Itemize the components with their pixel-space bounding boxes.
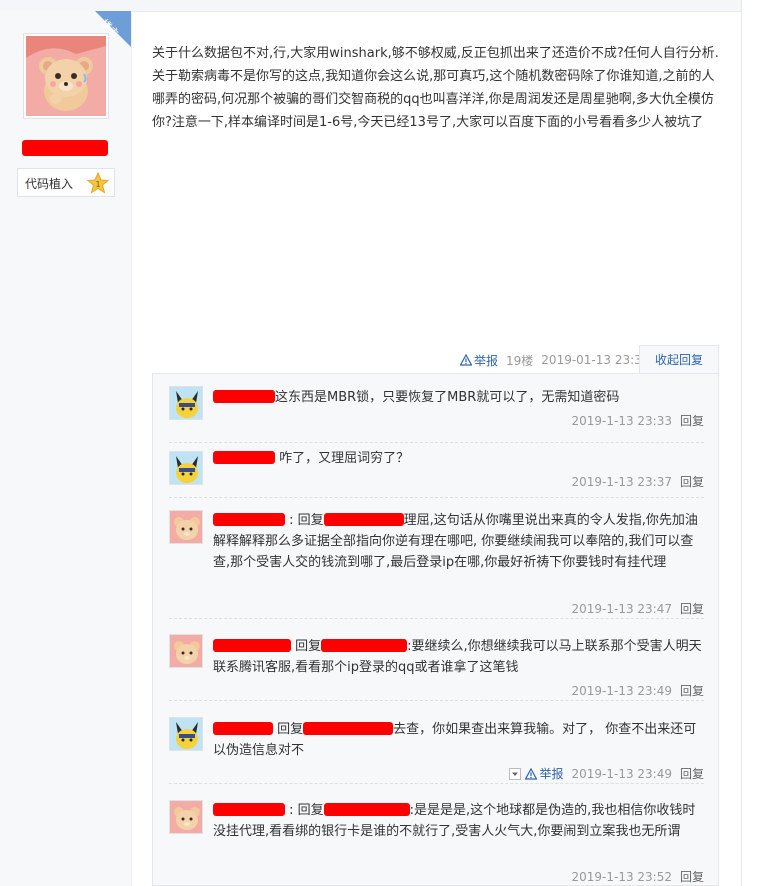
username-redacted[interactable] bbox=[213, 639, 291, 652]
reply-target-redacted[interactable] bbox=[321, 639, 408, 652]
reply-target-redacted[interactable] bbox=[323, 513, 404, 526]
reply-time: 2019-1-13 23:37 bbox=[571, 474, 672, 489]
reply-button[interactable]: 回复 bbox=[680, 600, 704, 617]
username-redacted[interactable] bbox=[213, 803, 285, 816]
avatar[interactable] bbox=[169, 634, 203, 668]
reply-time: 2019-1-13 23:33 bbox=[571, 413, 672, 428]
reply-time: 2019-1-13 23:49 bbox=[571, 683, 672, 698]
list-item: 这东西是MBR锁，只要恢复了MBR就可以了，无需知道密码 2019-1-13 2… bbox=[169, 386, 704, 443]
reply-time: 2019-1-13 23:47 bbox=[571, 601, 672, 616]
collapse-replies-button[interactable]: 收起回复 bbox=[639, 345, 719, 374]
report-link[interactable]: 举报 bbox=[525, 765, 563, 782]
reply-text: : 回复:是是是是,这个地球都是伪造的,我也相信你收钱时没挂代理,看看绑的银行卡… bbox=[213, 803, 696, 839]
reply-text: 这东西是MBR锁，只要恢复了MBR就可以了，无需知道密码 bbox=[213, 387, 704, 408]
reply-text: 咋了，又理屈词穷了？ bbox=[213, 448, 704, 469]
avatar[interactable] bbox=[169, 717, 203, 751]
list-item: 回复 去查，你如果查出来算我输。对了， 你查不出来还可以伪造信息对不 举报 201… bbox=[169, 717, 704, 784]
content-border bbox=[741, 0, 742, 886]
post-paragraph: 关于什么数据包不对,行,大家用winshark,够不够权威,反正包抓出来了还造价… bbox=[152, 46, 719, 61]
reply-time: 2019-1-13 23:49 bbox=[571, 766, 672, 781]
reply-meta: 2019-1-13 23:52 回复 bbox=[571, 868, 704, 885]
reply-time: 2019-1-13 23:52 bbox=[571, 869, 672, 884]
avatar[interactable] bbox=[169, 386, 203, 420]
avatar[interactable] bbox=[169, 800, 203, 834]
report-link[interactable]: 举报 bbox=[460, 352, 498, 369]
report-label: 举报 bbox=[474, 353, 499, 368]
post-time: 2019-01-13 23:30 bbox=[541, 353, 650, 367]
bear-avatar-image bbox=[26, 36, 106, 116]
floor-number: 19楼 bbox=[506, 353, 534, 368]
level-number: 1 bbox=[95, 180, 100, 189]
collapse-arrow-icon[interactable] bbox=[509, 767, 522, 780]
post-meta: 举报 19楼 2019-01-13 23:30 bbox=[460, 350, 649, 370]
reply-button[interactable]: 回复 bbox=[680, 473, 704, 490]
list-item: : 回复 理屈,这句话从你嘴里说出来真的令人发指,你先加油解释解释那么多证据全部指… bbox=[169, 510, 704, 619]
username-redacted[interactable] bbox=[213, 513, 285, 526]
reply-meta: 2019-1-13 23:33 回复 bbox=[571, 412, 704, 429]
star-badge-icon: 1 bbox=[86, 171, 110, 194]
author-avatar[interactable] bbox=[23, 33, 109, 119]
reply-target-redacted[interactable] bbox=[303, 722, 394, 735]
reply-text: : 回复 理屈,这句话从你嘴里说出来真的令人发指,你先加油解释解释那么多证据全部指… bbox=[213, 513, 698, 570]
post-content: 关于什么数据包不对,行,大家用winshark,够不够权威,反正包抓出来了还造价… bbox=[152, 42, 724, 134]
reply-text: 回复:要继续么,你想继续我可以马上联系那个受害人明天联系腾讯客服,看看那个ip登… bbox=[213, 639, 702, 675]
reply-button[interactable]: 回复 bbox=[680, 412, 704, 429]
avatar[interactable] bbox=[169, 451, 203, 485]
list-item: : 回复:是是是是,这个地球都是伪造的,我也相信你收钱时没挂代理,看看绑的银行卡… bbox=[169, 800, 704, 886]
reply-list: 这东西是MBR锁，只要恢复了MBR就可以了，无需知道密码 2019-1-13 2… bbox=[152, 373, 719, 886]
reply-meta: 2019-1-13 23:37 回复 bbox=[571, 473, 704, 490]
level-badge-label: 代码植入 bbox=[25, 177, 74, 191]
warning-icon bbox=[460, 354, 472, 366]
reply-button[interactable]: 回复 bbox=[680, 868, 704, 885]
list-item: 回复:要继续么,你想继续我可以马上联系那个受害人明天联系腾讯客服,看看那个ip登… bbox=[169, 634, 704, 701]
reply-meta: 2019-1-13 23:47 回复 bbox=[571, 600, 704, 617]
username-redacted[interactable] bbox=[213, 722, 273, 735]
warning-icon bbox=[525, 767, 538, 780]
level-badge[interactable]: 代码植入 1 bbox=[17, 168, 115, 197]
username-redacted[interactable] bbox=[213, 390, 275, 403]
username-redacted[interactable] bbox=[213, 451, 275, 464]
reply-button[interactable]: 回复 bbox=[680, 682, 704, 699]
post-paragraph: 关于勒索病毒不是你写的这点,我知道你会这么说,那可真巧,这个随机数密码除了你谁知… bbox=[152, 69, 715, 130]
reply-text: 回复 去查，你如果查出来算我输。对了， 你查不出来还可以伪造信息对不 bbox=[213, 722, 697, 758]
reply-meta: 2019-1-13 23:49 回复 bbox=[571, 682, 704, 699]
list-item: 咋了，又理屈词穷了？ 2019-1-13 23:37 回复 bbox=[169, 447, 704, 498]
reply-meta: 举报 2019-1-13 23:49 回复 bbox=[509, 765, 704, 782]
author-name-redacted[interactable] bbox=[22, 140, 108, 156]
reply-target-redacted[interactable] bbox=[323, 803, 410, 816]
avatar[interactable] bbox=[169, 510, 203, 544]
reply-button[interactable]: 回复 bbox=[680, 765, 704, 782]
